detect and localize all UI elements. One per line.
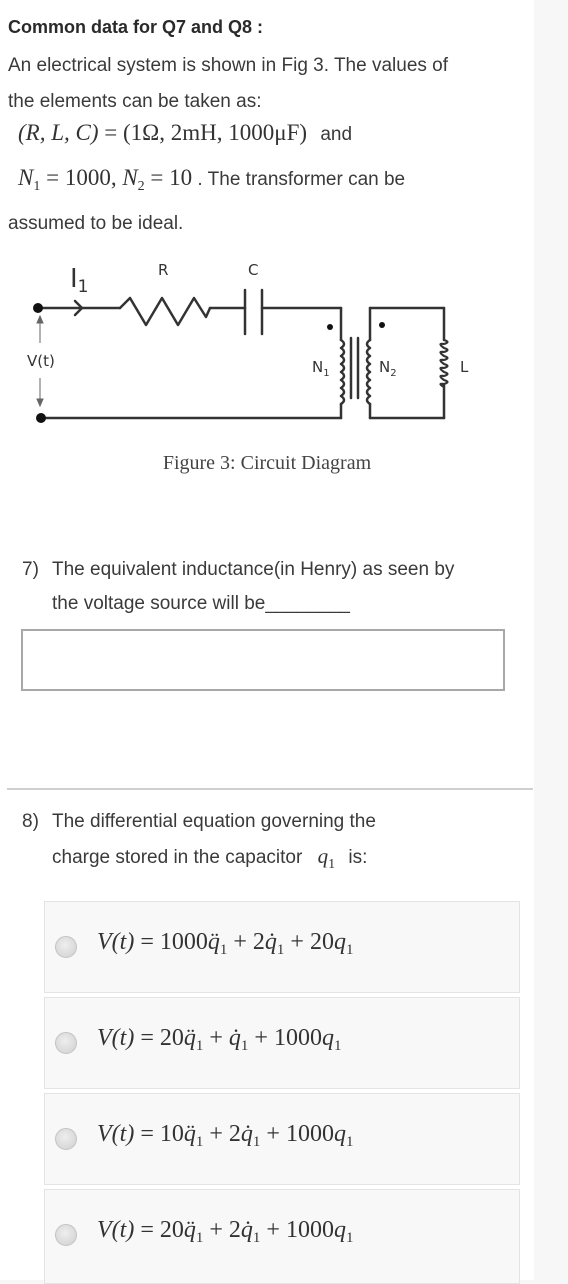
radio-button-icon[interactable]: [55, 1032, 77, 1054]
label-resistor: R: [158, 261, 168, 279]
common-data-title: Common data for Q7 and Q8 :: [8, 17, 264, 37]
label-source: V(t): [27, 352, 55, 370]
question-7-text-line-2: the voltage source will be________: [52, 593, 350, 614]
label-inductor: L: [460, 358, 469, 376]
option-2[interactable]: V(t) = 20q̈1 + q̇1 + 1000q1: [44, 997, 520, 1089]
secondary-polarity-dot: [379, 322, 385, 328]
intro-line-5: assumed to be ideal.: [8, 213, 184, 234]
inductor-coil: [439, 338, 449, 389]
question-7-text-line-1: The equivalent inductance(in Henry) as s…: [52, 559, 455, 580]
terminal-bottom: [36, 413, 46, 423]
q1-variable: q1: [317, 844, 336, 872]
question-7-answer-input[interactable]: [21, 629, 505, 691]
terminal-top: [33, 303, 43, 313]
question-page: Common data for Q7 and Q8 : An electrica…: [0, 0, 534, 1284]
figure-caption: Figure 3: Circuit Diagram: [162, 452, 372, 474]
radio-button-icon[interactable]: [55, 936, 77, 958]
primary-coil: [339, 338, 346, 406]
question-8-number: 8): [22, 811, 39, 832]
option-1[interactable]: V(t) = 1000q̈1 + 2q̇1 + 20q1: [44, 901, 520, 993]
n1-expression: N1 = 1000,: [18, 165, 123, 194]
question-7: 7) The equivalent inductance(in Henry) a…: [22, 553, 454, 621]
right-margin-strip: [534, 0, 568, 1280]
intro-line-2: the elements can be taken as:: [8, 91, 262, 112]
radio-button-icon[interactable]: [55, 1224, 77, 1246]
label-current: I1: [70, 264, 89, 297]
circuit-diagram: I1 R C V(t) N1 N2 L: [27, 261, 469, 423]
element-values: (R, L, C) = (1Ω, 2mH, 1000μF) and: [18, 120, 352, 146]
question-8-text-line-1: The differential equation governing the: [52, 811, 376, 832]
radio-button-icon[interactable]: [55, 1128, 77, 1150]
label-secondary: N2: [379, 358, 397, 379]
equals-sign: =: [98, 120, 123, 145]
n2-expression: N2 = 10: [122, 165, 193, 194]
question-8: 8) The differential equation governing t…: [22, 805, 376, 882]
arrow-down-head-icon: [36, 398, 44, 408]
resistor-symbol: [118, 296, 212, 327]
option-4[interactable]: V(t) = 20q̈1 + 2q̇1 + 1000q1: [44, 1189, 520, 1284]
rlc-rhs: (1Ω, 2mH, 1000μF): [122, 120, 308, 145]
section-divider: [7, 788, 533, 790]
label-capacitor: C: [248, 261, 258, 279]
option-3[interactable]: V(t) = 10q̈1 + 2q̇1 + 1000q1: [44, 1093, 520, 1185]
turns-values: N1 = 1000, N2 = 10 . The transformer can…: [18, 165, 405, 195]
and-text: and: [320, 124, 353, 145]
option-3-equation: V(t) = 10q̈1 + 2q̇1 + 1000q1: [97, 1121, 354, 1150]
option-1-equation: V(t) = 1000q̈1 + 2q̇1 + 20q1: [97, 929, 354, 958]
primary-polarity-dot: [327, 324, 333, 330]
question-7-number: 7): [22, 559, 39, 580]
arrow-up-head-icon: [36, 314, 44, 324]
transformer-text: . The transformer can be: [192, 169, 406, 190]
option-4-equation: V(t) = 20q̈1 + 2q̇1 + 1000q1: [97, 1217, 354, 1246]
intro-line-1: An electrical system is shown in Fig 3. …: [8, 55, 449, 76]
option-2-equation: V(t) = 20q̈1 + q̇1 + 1000q1: [97, 1025, 342, 1054]
rlc-lhs: (R, L, C): [18, 120, 99, 145]
secondary-coil: [365, 338, 372, 406]
question-8-text-line-2: charge stored in the capacitor q1 is:: [52, 844, 368, 872]
label-primary: N1: [312, 358, 330, 379]
